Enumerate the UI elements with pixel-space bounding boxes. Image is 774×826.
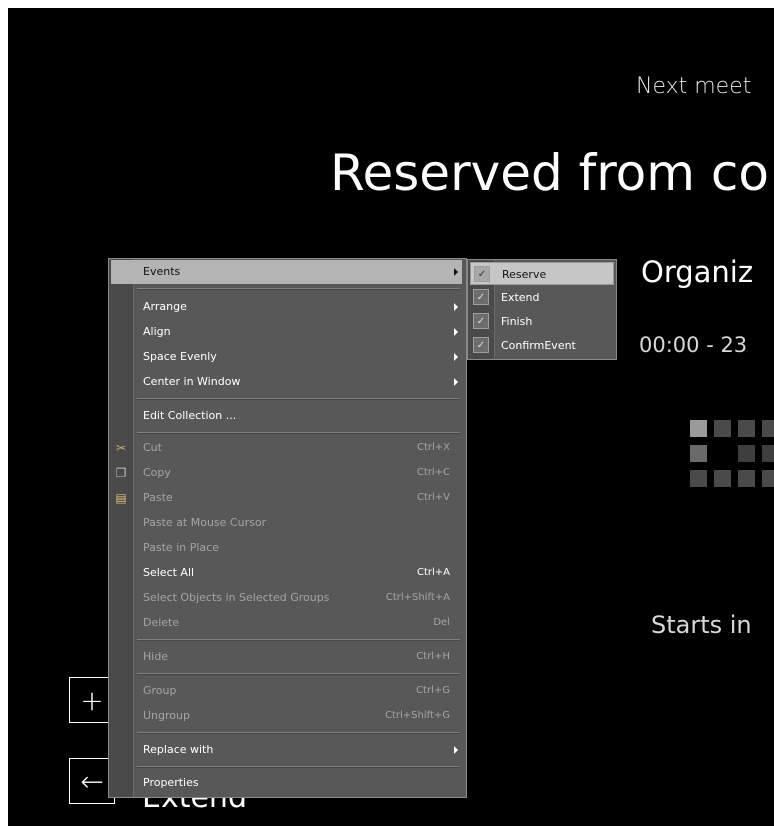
submenu-arrow-icon bbox=[454, 268, 458, 276]
submenu-item-confirmevent[interactable]: ✓ ConfirmEvent bbox=[470, 334, 614, 357]
shortcut-label: Ctrl+C bbox=[416, 467, 450, 478]
meeting-title: Reserved from co bbox=[330, 144, 769, 202]
menu-item-label: Group bbox=[143, 684, 177, 697]
menu-item-label: Select All bbox=[143, 566, 195, 579]
menu-separator bbox=[137, 398, 460, 400]
loading-square bbox=[690, 420, 707, 437]
submenu-arrow-icon bbox=[454, 378, 458, 386]
checkmark-icon: ✓ bbox=[473, 337, 489, 353]
menu-separator bbox=[137, 639, 460, 641]
loading-square bbox=[762, 470, 774, 487]
menu-separator bbox=[137, 732, 460, 734]
submenu-item-reserve[interactable]: ✓ Reserve bbox=[470, 262, 614, 285]
menu-item-paste-in-place[interactable]: Paste in Place bbox=[135, 536, 462, 560]
events-submenu: ✓ Reserve ✓ Extend ✓ Finish ✓ ConfirmEve… bbox=[467, 259, 617, 360]
shortcut-label: Ctrl+Shift+A bbox=[385, 592, 450, 603]
menu-item-label: Align bbox=[143, 325, 171, 338]
menu-item-center-in-window[interactable]: Center in Window bbox=[135, 370, 462, 394]
shortcut-label: Ctrl+Shift+G bbox=[384, 710, 450, 721]
submenu-item-finish[interactable]: ✓ Finish bbox=[470, 310, 614, 333]
loading-square bbox=[690, 470, 707, 487]
menu-item-edit-collection[interactable]: Edit Collection ... bbox=[135, 404, 462, 428]
time-range: 00:00 - 23 bbox=[639, 333, 748, 357]
context-menu: Events Arrange Align Space Evenly Center… bbox=[108, 258, 467, 798]
menu-gutter bbox=[109, 259, 134, 797]
menu-separator bbox=[137, 766, 460, 768]
menu-item-label: Hide bbox=[143, 650, 169, 663]
menu-item-hide[interactable]: Hide Ctrl+H bbox=[135, 645, 462, 669]
menu-item-cut[interactable]: Cut Ctrl+X bbox=[135, 436, 462, 460]
loading-square bbox=[714, 420, 731, 437]
submenu-item-label: Reserve bbox=[502, 268, 547, 281]
loading-square bbox=[738, 445, 755, 462]
submenu-arrow-icon bbox=[454, 746, 458, 754]
menu-item-delete[interactable]: Delete Del bbox=[135, 611, 462, 635]
menu-separator bbox=[137, 673, 460, 675]
paste-icon: ▤ bbox=[115, 491, 127, 505]
submenu-arrow-icon bbox=[454, 353, 458, 361]
menu-item-select-in-groups[interactable]: Select Objects in Selected Groups Ctrl+S… bbox=[135, 586, 462, 610]
menu-item-label: Edit Collection ... bbox=[143, 409, 237, 422]
menu-item-label: Paste bbox=[143, 491, 173, 504]
shortcut-label: Ctrl+X bbox=[416, 442, 450, 453]
submenu-item-label: ConfirmEvent bbox=[501, 339, 576, 352]
menu-item-label: Center in Window bbox=[143, 375, 241, 388]
scissors-icon: ✂ bbox=[115, 441, 127, 455]
menu-item-group[interactable]: Group Ctrl+G bbox=[135, 679, 462, 703]
arrow-left-icon: ← bbox=[80, 764, 104, 798]
menu-item-label: Paste in Place bbox=[143, 541, 219, 554]
menu-item-ungroup[interactable]: Ungroup Ctrl+Shift+G bbox=[135, 704, 462, 728]
menu-item-label: Cut bbox=[143, 441, 162, 454]
loading-square bbox=[714, 470, 731, 487]
shortcut-label: Ctrl+V bbox=[416, 492, 450, 503]
organizer-label: Organiz bbox=[641, 255, 754, 289]
menu-item-label: Arrange bbox=[143, 300, 187, 313]
submenu-arrow-icon bbox=[454, 303, 458, 311]
menu-item-label: Events bbox=[143, 265, 181, 278]
menu-item-label: Ungroup bbox=[143, 709, 190, 722]
shortcut-label: Ctrl+H bbox=[416, 651, 450, 662]
menu-item-properties[interactable]: Properties bbox=[135, 771, 462, 795]
submenu-item-label: Extend bbox=[501, 291, 540, 304]
menu-item-label: Properties bbox=[143, 776, 199, 789]
loading-square bbox=[738, 420, 755, 437]
loading-square bbox=[762, 445, 774, 462]
submenu-item-label: Finish bbox=[501, 315, 533, 328]
menu-separator bbox=[137, 432, 460, 434]
menu-item-label: Select Objects in Selected Groups bbox=[143, 591, 330, 604]
menu-item-label: Delete bbox=[143, 616, 180, 629]
submenu-arrow-icon bbox=[454, 328, 458, 336]
menu-item-replace-with[interactable]: Replace with bbox=[135, 738, 462, 762]
checkmark-icon: ✓ bbox=[474, 266, 490, 282]
menu-item-paste[interactable]: Paste Ctrl+V bbox=[135, 486, 462, 510]
menu-item-align[interactable]: Align bbox=[135, 320, 462, 344]
menu-item-paste-at-cursor[interactable]: Paste at Mouse Cursor bbox=[135, 511, 462, 535]
menu-separator bbox=[137, 288, 460, 290]
checkmark-icon: ✓ bbox=[473, 313, 489, 329]
menu-item-label: Paste at Mouse Cursor bbox=[143, 516, 267, 529]
menu-item-events[interactable]: Events bbox=[111, 260, 462, 284]
loading-square bbox=[762, 420, 774, 437]
checkmark-icon: ✓ bbox=[473, 289, 489, 305]
loading-square bbox=[690, 445, 707, 462]
menu-item-select-all[interactable]: Select All Ctrl+A bbox=[135, 561, 462, 585]
next-meeting-label: Next meet bbox=[636, 74, 752, 99]
menu-item-copy[interactable]: Copy Ctrl+C bbox=[135, 461, 462, 485]
shortcut-label: Del bbox=[433, 617, 450, 628]
menu-item-arrange[interactable]: Arrange bbox=[135, 295, 462, 319]
starts-in-label: Starts in bbox=[651, 611, 752, 639]
plus-icon: + bbox=[80, 683, 104, 717]
menu-item-label: Space Evenly bbox=[143, 350, 217, 363]
loading-square bbox=[738, 470, 755, 487]
copy-icon: ❐ bbox=[115, 466, 127, 480]
menu-item-label: Replace with bbox=[143, 743, 214, 756]
menu-item-space-evenly[interactable]: Space Evenly bbox=[135, 345, 462, 369]
shortcut-label: Ctrl+A bbox=[416, 567, 450, 578]
menu-item-label: Copy bbox=[143, 466, 171, 479]
submenu-item-extend[interactable]: ✓ Extend bbox=[470, 286, 614, 309]
shortcut-label: Ctrl+G bbox=[416, 685, 450, 696]
